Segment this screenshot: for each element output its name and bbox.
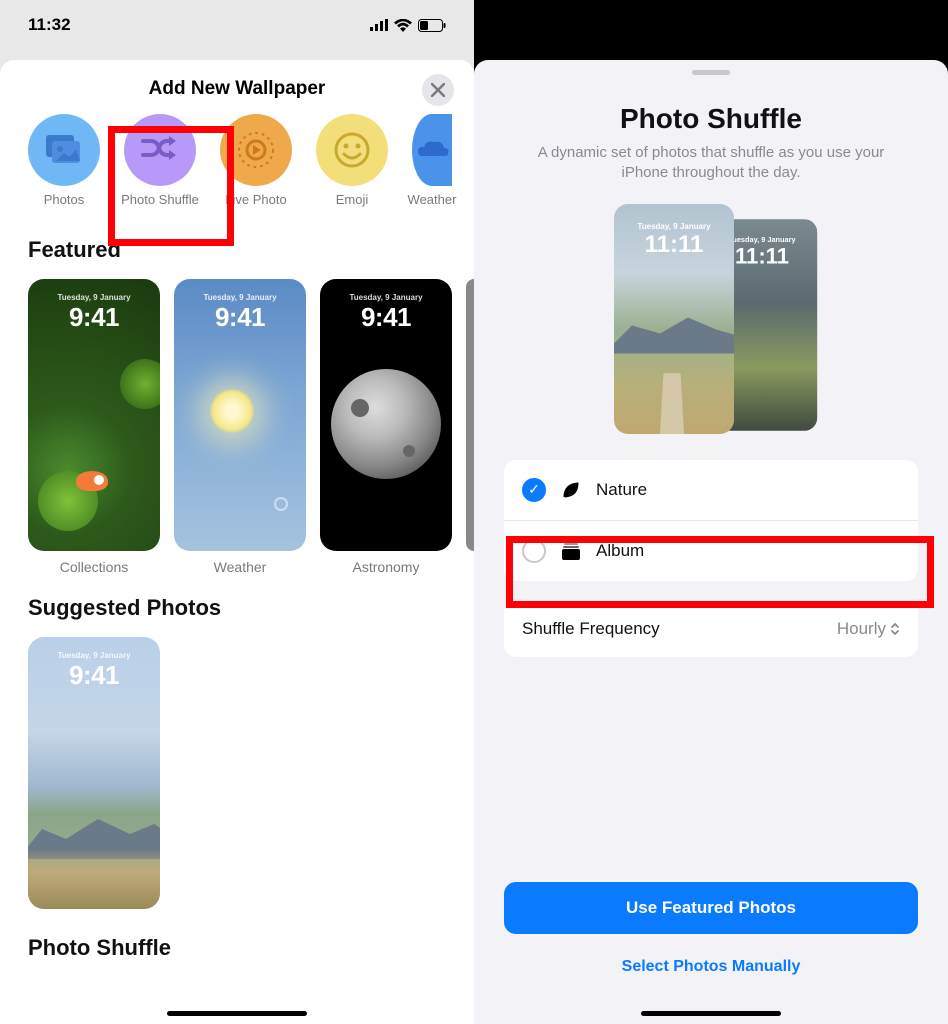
category-label: Weather <box>408 192 457 207</box>
category-emoji[interactable]: Emoji <box>316 114 388 207</box>
preview-stack: Tuesday, 9 January11:11 Tuesday, 9 Janua… <box>474 204 948 444</box>
featured-astronomy[interactable]: Tuesday, 9 January9:41 Astronomy <box>320 279 452 575</box>
sheet-header: Add New Wallpaper <box>0 60 474 110</box>
shuffle-icon <box>124 114 196 186</box>
option-nature[interactable]: ✓ Nature <box>504 460 918 521</box>
status-indicators <box>370 19 446 32</box>
category-label: Photos <box>44 192 84 207</box>
section-title: Suggested Photos <box>28 595 446 621</box>
cellular-icon <box>370 19 388 31</box>
section-title: Featured <box>28 237 446 263</box>
battery-icon <box>418 19 446 32</box>
sheet-grabber[interactable] <box>692 70 730 75</box>
add-wallpaper-sheet: Add New Wallpaper Photos Photo Shuffle <box>0 60 474 1024</box>
radio-checked-icon: ✓ <box>522 478 546 502</box>
section-title: Photo Shuffle <box>28 935 446 961</box>
detail-subtitle: A dynamic set of photos that shuffle as … <box>474 135 948 204</box>
category-label: Emoji <box>336 192 369 207</box>
suggested-row: Tuesday, 9 January9:41 <box>0 627 474 909</box>
category-row: Photos Photo Shuffle Live Photo Emoji <box>0 110 474 217</box>
chevron-updown-icon <box>890 622 900 636</box>
shuffle-sheet: Photo Shuffle A dynamic set of photos th… <box>474 60 948 1024</box>
select-manually-button[interactable]: Select Photos Manually <box>474 958 948 976</box>
detail-title: Photo Shuffle <box>474 103 948 135</box>
shuffle-frequency-row[interactable]: Shuffle Frequency Hourly <box>504 601 918 657</box>
photos-icon <box>28 114 100 186</box>
photo-shuffle-detail-screen: Photo Shuffle A dynamic set of photos th… <box>474 0 948 1024</box>
featured-weather[interactable]: Tuesday, 9 January9:41 Weather <box>174 279 306 575</box>
status-bar: 11:32 <box>0 0 474 50</box>
option-label: Album <box>596 541 644 561</box>
frequency-label: Shuffle Frequency <box>522 619 660 639</box>
wifi-icon <box>394 19 412 32</box>
option-album[interactable]: Album <box>504 521 918 581</box>
suggested-section: Suggested Photos <box>0 575 474 627</box>
shuffle-source-list: ✓ Nature Album <box>504 460 918 581</box>
category-weather[interactable]: Weather <box>412 114 452 207</box>
category-label: Live Photo <box>225 192 286 207</box>
suggested-photo[interactable]: Tuesday, 9 January9:41 <box>28 637 160 909</box>
wallpaper-picker-screen: 11:32 Add New Wallpaper P <box>0 0 474 1024</box>
thumb-label: Weather <box>174 559 306 575</box>
weather-icon <box>412 114 452 186</box>
thumb-label: Collections <box>28 559 160 575</box>
close-icon <box>431 83 445 97</box>
sheet-title: Add New Wallpaper <box>149 78 326 100</box>
home-indicator[interactable] <box>641 1011 781 1016</box>
home-indicator[interactable] <box>167 1011 307 1016</box>
album-icon <box>560 541 582 561</box>
featured-more[interactable] <box>466 279 474 551</box>
radio-unchecked-icon <box>522 539 546 563</box>
leaf-icon <box>560 480 582 500</box>
use-featured-button[interactable]: Use Featured Photos <box>504 882 918 934</box>
featured-row: Tuesday, 9 January9:41 Collections Tuesd… <box>0 269 474 575</box>
emoji-icon <box>316 114 388 186</box>
close-button[interactable] <box>422 74 454 106</box>
thumb-label: Astronomy <box>320 559 452 575</box>
live-photo-icon <box>220 114 292 186</box>
featured-collections[interactable]: Tuesday, 9 January9:41 Collections <box>28 279 160 575</box>
frequency-value: Hourly <box>837 619 900 639</box>
preview-card-front: Tuesday, 9 January11:11 <box>614 204 734 434</box>
photo-shuffle-section: Photo Shuffle <box>0 909 474 967</box>
category-photos[interactable]: Photos <box>28 114 100 207</box>
featured-section: Featured <box>0 217 474 269</box>
category-photo-shuffle[interactable]: Photo Shuffle <box>124 114 196 207</box>
status-time: 11:32 <box>28 15 71 35</box>
category-label: Photo Shuffle <box>121 192 199 207</box>
option-label: Nature <box>596 480 647 500</box>
category-live-photo[interactable]: Live Photo <box>220 114 292 207</box>
